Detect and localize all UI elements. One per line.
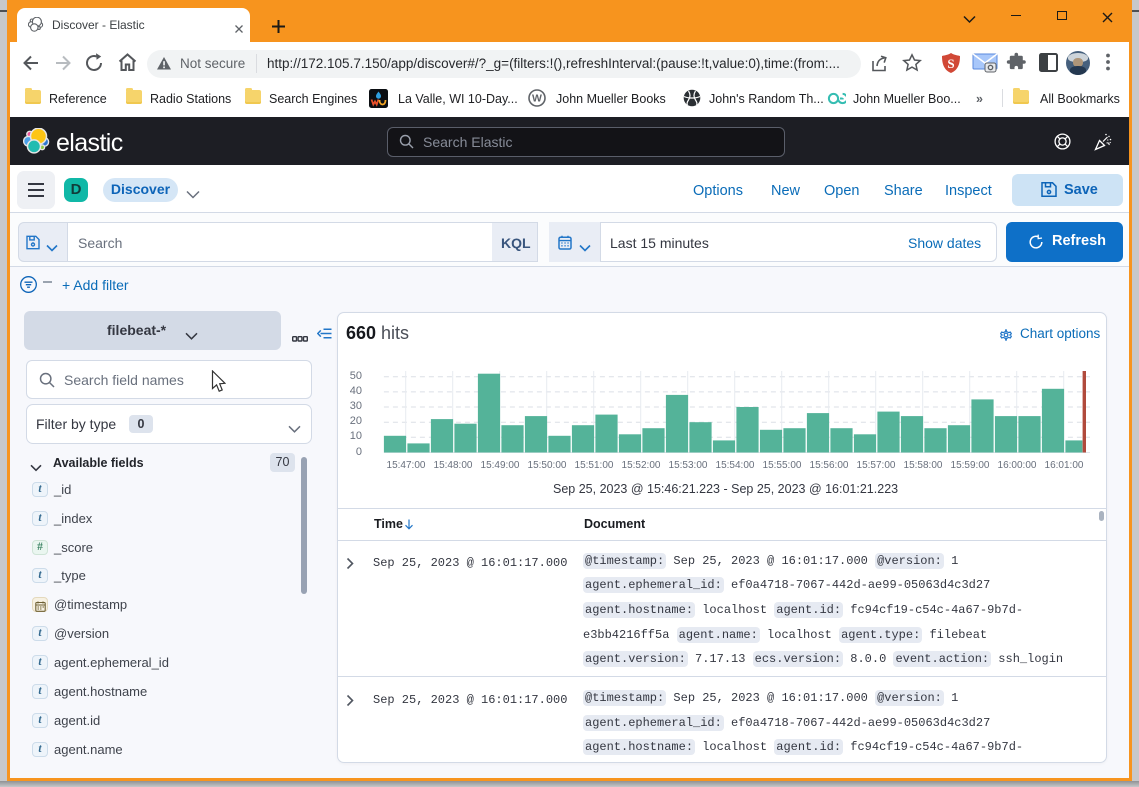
svg-text:W: W [532, 93, 542, 105]
svg-text:S: S [947, 56, 954, 71]
